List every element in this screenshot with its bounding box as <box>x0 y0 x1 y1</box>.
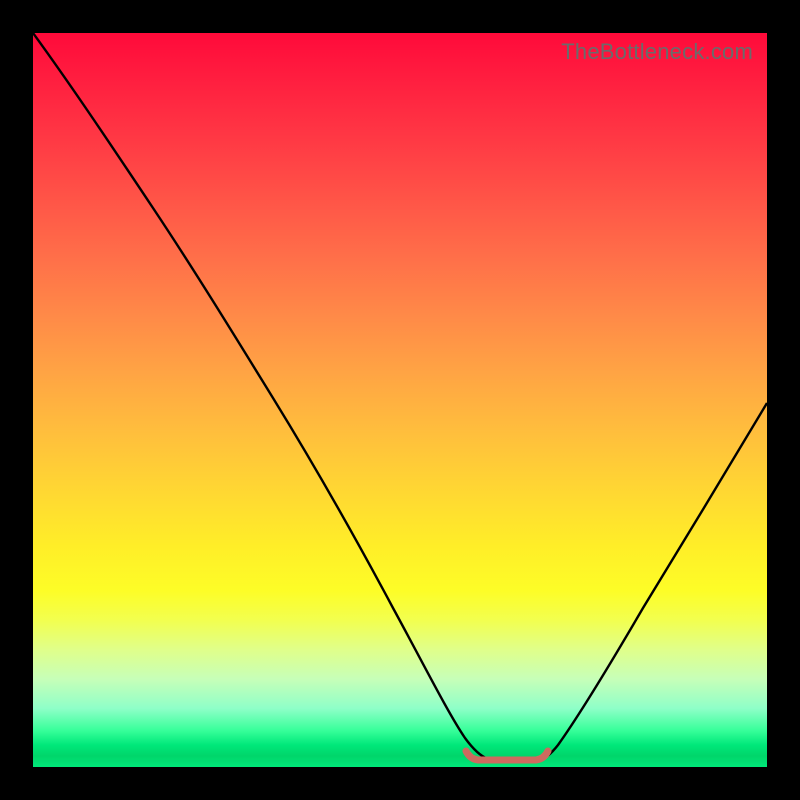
curve-path <box>33 33 767 761</box>
bottleneck-curve <box>33 33 767 767</box>
plot-area: TheBottleneck.com <box>33 33 767 767</box>
watermark-text: TheBottleneck.com <box>561 39 753 65</box>
chart-frame: TheBottleneck.com <box>0 0 800 800</box>
